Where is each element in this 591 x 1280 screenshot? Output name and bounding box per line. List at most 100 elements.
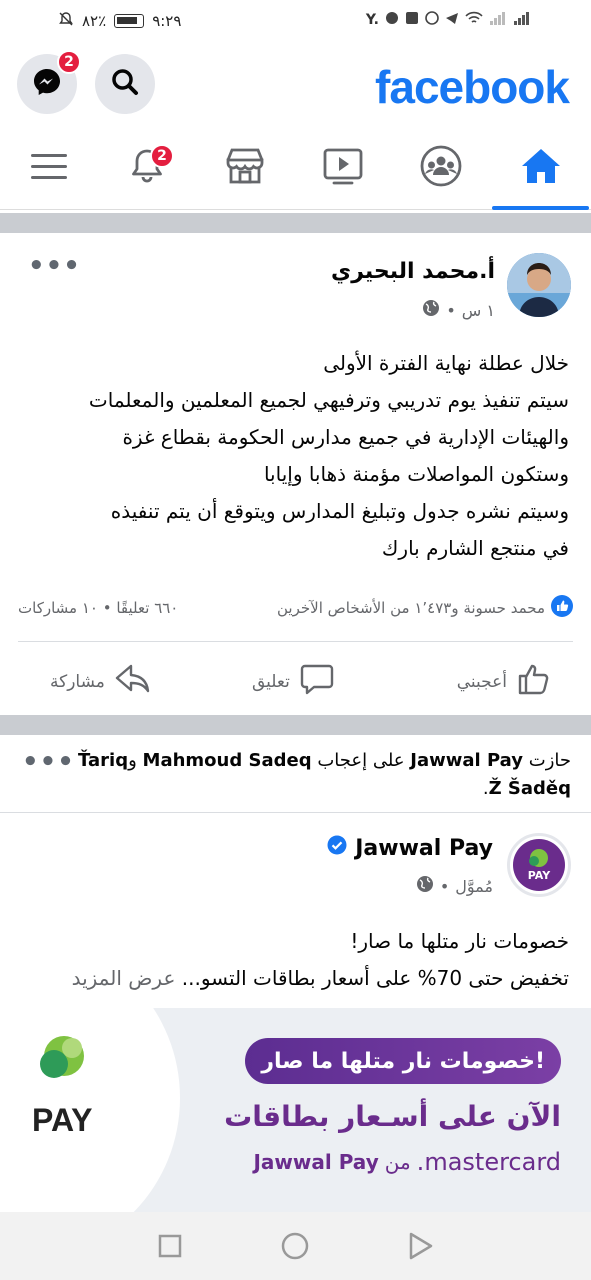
meta-dot: • [446, 300, 456, 320]
video-icon [322, 146, 364, 190]
tab-notifications[interactable]: 2 [98, 126, 196, 210]
system-nav-bar [0, 1212, 591, 1280]
sponsored-label[interactable]: مُموَّل [455, 877, 493, 896]
whatsapp-icon [425, 11, 439, 29]
search-icon [110, 67, 140, 101]
page-avatar-text: PAY [527, 869, 551, 882]
reactions-row: ٦٦٠ تعليقًا • ١٠ مشاركات محمد حسونة و١٬٤… [18, 595, 573, 621]
share-icon [115, 663, 151, 700]
context-prefix: حازت [528, 750, 571, 771]
signal-icon [489, 11, 507, 29]
ad-body: خصومات نار متلها ما صار! تخفيض حتى 70% ع… [22, 923, 569, 997]
ad-image[interactable]: PAY خصومات نار متلها ما صار! الآن على أس… [0, 1008, 591, 1212]
home-icon [520, 146, 562, 190]
post-counts[interactable]: ٦٦٠ تعليقًا • ١٠ مشاركات [18, 599, 178, 617]
context-middle: على إعجاب [317, 750, 405, 771]
author-avatar[interactable] [507, 253, 571, 317]
divider [18, 641, 573, 642]
main-nav: 2 [0, 126, 591, 210]
social-context: حازت Jawwal Pay على إعجاب Mahmoud Sadeq … [0, 735, 591, 813]
post-line: وستكون المواصلات مؤمنة ذهابا وإيابا [263, 462, 569, 486]
feed-post: أ.محمد البحيري ١ س • ••• خلال عطلة نهاية… [0, 233, 591, 715]
thumbs-up-icon [517, 663, 551, 700]
battery-icon [114, 14, 145, 28]
comment-label: تعليق [252, 671, 290, 692]
facebook-notify-icon [405, 11, 419, 29]
facebook-logo[interactable]: facebook [375, 60, 570, 114]
battery-percent: ٨٢٪ [82, 12, 107, 30]
banner-headline: خصومات نار متلها ما صار! [245, 1038, 561, 1084]
menu-icon [29, 150, 69, 186]
messenger-button[interactable]: 2 [17, 50, 81, 114]
recents-icon[interactable] [158, 1234, 182, 1262]
like-reaction-icon [551, 595, 573, 621]
like-button[interactable]: أعجبني [457, 663, 551, 700]
ad-page-name-row: Jawwal Pay [327, 835, 493, 861]
post-line: في منتجع الشارم بارك [381, 536, 569, 560]
context-more-button[interactable]: ••• [22, 747, 75, 777]
messenger-icon [31, 66, 63, 102]
signal-icon-2 [513, 11, 531, 29]
globe-icon [422, 299, 440, 321]
ad-meta: مُموَّل • [416, 875, 493, 897]
banner-from: من [384, 1150, 411, 1174]
telegram-icon [445, 11, 459, 29]
tab-watch[interactable] [294, 126, 392, 210]
section-divider [0, 715, 591, 735]
banner-brand-name: Jawwal Pay [253, 1150, 379, 1174]
tab-marketplace[interactable] [196, 126, 294, 210]
share-label: مشاركة [50, 671, 105, 692]
home-button-icon[interactable] [281, 1232, 309, 1264]
messenger-badge: 2 [57, 50, 81, 74]
search-button[interactable] [95, 54, 155, 114]
marketplace-icon [224, 146, 266, 190]
ad-line-text: تخفيض حتى 70% على أسعار بطاقات التسو... [181, 966, 569, 990]
carrier-text: Y. [365, 12, 379, 28]
ad-line-2: تخفيض حتى 70% على أسعار بطاقات التسو... … [22, 960, 569, 997]
ad-page-name[interactable]: Jawwal Pay [355, 836, 493, 861]
like-label: أعجبني [456, 671, 507, 692]
see-more-link[interactable]: عرض المزيد [72, 966, 176, 990]
sponsored-post: PAY Jawwal Pay مُموَّل • خصومات نار متله… [0, 813, 591, 1008]
tab-groups[interactable] [392, 126, 490, 210]
meta-dot: • [439, 876, 450, 896]
comment-icon [300, 663, 334, 700]
reaction-summary[interactable]: محمد حسونة و١٬٤٧٣ من الأشخاص الآخرين [277, 595, 573, 621]
groups-icon [419, 144, 463, 192]
social-context-text: حازت Jawwal Pay على إعجاب Mahmoud Sadeq … [71, 747, 571, 803]
banner-subheadline: الآن على أسـعار بطاقات [224, 1100, 561, 1133]
clock: ٩:٢٩ [152, 12, 182, 30]
banner-card-brand: mastercard. [416, 1148, 561, 1176]
banner-logo-text: PAY [32, 1102, 93, 1138]
context-page-link[interactable]: Jawwal Pay [410, 750, 523, 771]
silent-icon [58, 11, 74, 31]
tab-menu[interactable] [0, 126, 98, 210]
comment-button[interactable]: تعليق [252, 663, 334, 700]
app-header: 2 facebook [0, 44, 591, 126]
notifications-badge: 2 [150, 144, 174, 168]
section-divider [0, 213, 591, 233]
post-line: والهيئات الإدارية في جميع مدارس الحكومة … [122, 425, 569, 449]
post-line: وسيتم نشره جدول وتبليغ المدارس ويتوقع أن… [110, 499, 569, 523]
post-time[interactable]: ١ س [462, 301, 495, 320]
wifi-icon [465, 11, 483, 29]
banner-brandline: mastercard. من Jawwal Pay [253, 1148, 561, 1176]
post-line: خلال عطلة نهاية الفترة الأولى [323, 351, 569, 375]
post-author[interactable]: أ.محمد البحيري [331, 259, 495, 284]
reaction-names: محمد حسونة و١٬٤٧٣ من الأشخاص الآخرين [277, 599, 545, 617]
verified-icon [327, 835, 347, 861]
tab-home[interactable] [490, 126, 591, 210]
status-bar: ٨٢٪ ٩:٢٩ Y. [0, 0, 591, 44]
post-body: خلال عطلة نهاية الفترة الأولى سيتم تنفيذ… [22, 345, 569, 567]
page-avatar[interactable]: PAY [507, 833, 571, 897]
ad-line: خصومات نار متلها ما صار! [350, 929, 569, 953]
post-more-button[interactable]: ••• [28, 251, 81, 281]
context-user-link[interactable]: Mahmoud Sadeq [143, 750, 312, 771]
jawwal-pay-logo: PAY [28, 1028, 100, 1139]
app-icon [385, 11, 399, 29]
context-conj: و [128, 750, 137, 771]
post-meta: ١ س • [422, 299, 495, 321]
share-button[interactable]: مشاركة [50, 663, 151, 700]
back-icon[interactable] [408, 1232, 434, 1264]
post-line: سيتم تنفيذ يوم تدريبي وترفيهي لجميع المع… [88, 388, 569, 412]
